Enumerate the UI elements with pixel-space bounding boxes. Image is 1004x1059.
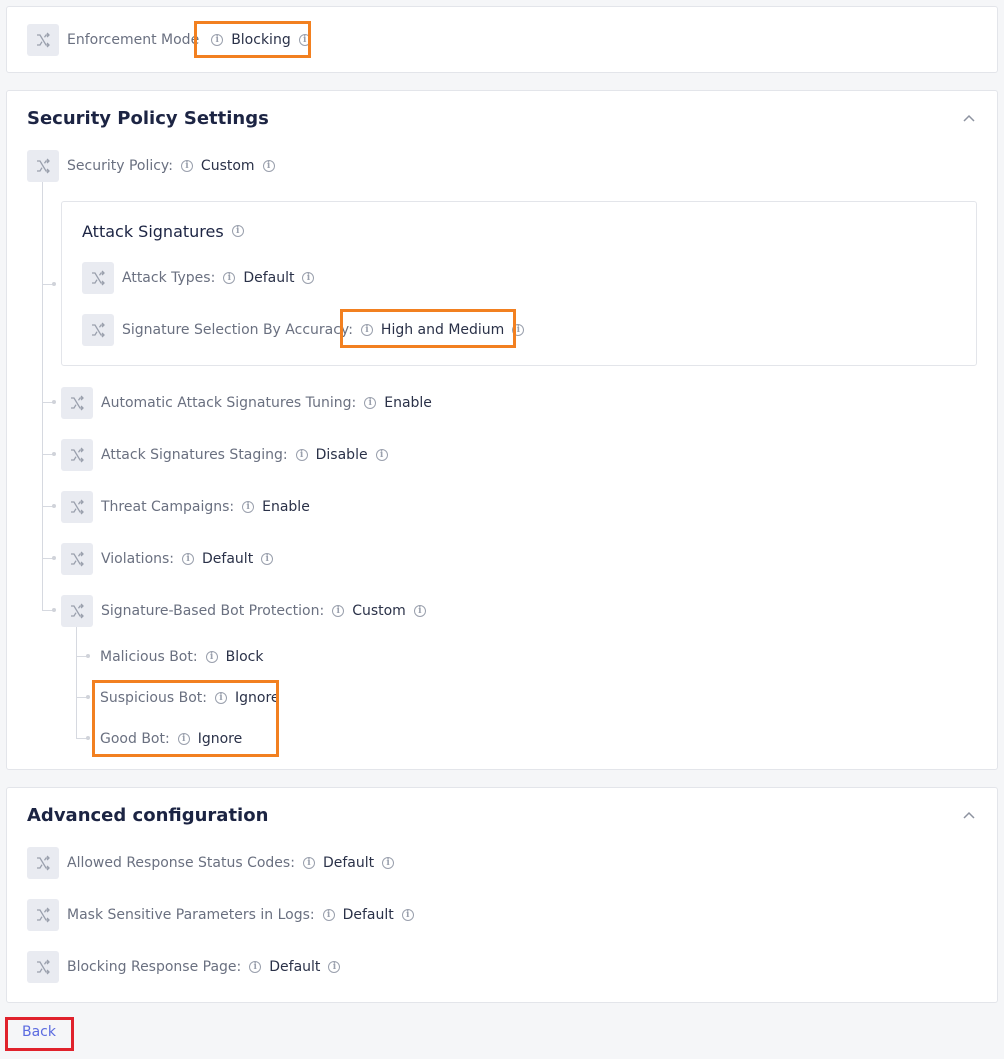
bot-protection-value: Custom bbox=[352, 603, 406, 619]
enforcement-mode-label: Enforcement Mode bbox=[67, 32, 200, 48]
status-codes-value: Default bbox=[322, 855, 375, 871]
info-icon[interactable]: i bbox=[382, 857, 395, 869]
branch-icon bbox=[27, 951, 59, 983]
info-icon[interactable]: i bbox=[223, 272, 236, 284]
tree-line bbox=[42, 182, 43, 610]
info-icon[interactable]: i bbox=[302, 272, 315, 284]
tuning-value: Enable bbox=[384, 395, 432, 411]
tree-dot bbox=[86, 654, 90, 658]
info-icon[interactable]: i bbox=[413, 605, 426, 617]
info-icon[interactable]: i bbox=[302, 857, 315, 869]
status-codes-label: Allowed Response Status Codes: bbox=[67, 855, 295, 871]
campaigns-value: Enable bbox=[262, 499, 310, 515]
info-icon[interactable]: i bbox=[182, 553, 195, 565]
branch-icon bbox=[61, 491, 93, 523]
branch-icon bbox=[27, 150, 59, 182]
branch-icon bbox=[61, 439, 93, 471]
tree-dot bbox=[86, 695, 90, 699]
branch-icon bbox=[82, 314, 114, 346]
info-icon[interactable]: i bbox=[242, 501, 255, 513]
tree-dot bbox=[52, 608, 56, 612]
security-policy-value: Custom bbox=[200, 158, 255, 174]
malicious-bot-value: Block bbox=[225, 649, 264, 665]
tree-dot bbox=[52, 400, 56, 404]
info-icon[interactable]: i bbox=[295, 449, 308, 461]
tree-line bbox=[76, 626, 77, 738]
branch-icon bbox=[61, 595, 93, 627]
violations-value: Default bbox=[202, 551, 254, 567]
info-icon[interactable]: i bbox=[401, 909, 414, 921]
tree-dot bbox=[86, 736, 90, 740]
branch-icon bbox=[61, 543, 93, 575]
info-icon[interactable]: i bbox=[322, 909, 335, 921]
chevron-up-icon[interactable] bbox=[961, 808, 977, 824]
mask-label: Mask Sensitive Parameters in Logs: bbox=[67, 907, 315, 923]
staging-value: Disable bbox=[315, 447, 368, 463]
info-icon[interactable]: i bbox=[231, 225, 244, 237]
enforcement-card: Enforcement Mode i Blocking i bbox=[6, 6, 998, 73]
security-policy-label: Security Policy: bbox=[67, 158, 173, 174]
info-icon[interactable]: i bbox=[180, 160, 193, 172]
security-policy-title: Security Policy Settings bbox=[27, 108, 269, 129]
info-icon[interactable]: i bbox=[205, 651, 218, 663]
branch-icon bbox=[82, 262, 114, 294]
highlight-accuracy bbox=[340, 309, 516, 348]
bot-protection-label: Signature-Based Bot Protection: bbox=[101, 603, 325, 619]
info-icon[interactable]: i bbox=[332, 605, 345, 617]
chevron-up-icon[interactable] bbox=[961, 111, 977, 127]
info-icon[interactable]: i bbox=[262, 160, 275, 172]
blocking-page-label: Blocking Response Page: bbox=[67, 959, 242, 975]
branch-icon bbox=[27, 24, 59, 56]
highlight-bots bbox=[92, 680, 279, 757]
blocking-page-value: Default bbox=[269, 959, 321, 975]
attack-signatures-title: Attack Signatures bbox=[82, 221, 224, 241]
campaigns-label: Threat Campaigns: bbox=[101, 499, 235, 515]
malicious-bot-label: Malicious Bot: bbox=[100, 649, 198, 665]
info-icon[interactable]: i bbox=[261, 553, 274, 565]
tree-dot bbox=[52, 556, 56, 560]
advanced-title: Advanced configuration bbox=[27, 805, 269, 826]
info-icon[interactable]: i bbox=[375, 449, 388, 461]
info-icon[interactable]: i bbox=[328, 961, 341, 973]
attack-types-label: Attack Types: bbox=[122, 270, 216, 286]
tree-dot bbox=[52, 452, 56, 456]
tuning-label: Automatic Attack Signatures Tuning: bbox=[101, 395, 357, 411]
violations-label: Violations: bbox=[101, 551, 175, 567]
branch-icon bbox=[61, 387, 93, 419]
attack-types-value: Default bbox=[243, 270, 295, 286]
mask-value: Default bbox=[342, 907, 394, 923]
highlight-enforcement bbox=[194, 21, 311, 58]
branch-icon bbox=[27, 847, 59, 879]
accuracy-label: Signature Selection By Accuracy: bbox=[122, 322, 353, 338]
info-icon[interactable]: i bbox=[249, 961, 262, 973]
tree-dot bbox=[52, 504, 56, 508]
branch-icon bbox=[27, 899, 59, 931]
tree-dot bbox=[52, 282, 56, 286]
staging-label: Attack Signatures Staging: bbox=[101, 447, 288, 463]
info-icon[interactable]: i bbox=[364, 397, 377, 409]
highlight-back bbox=[5, 1017, 74, 1051]
